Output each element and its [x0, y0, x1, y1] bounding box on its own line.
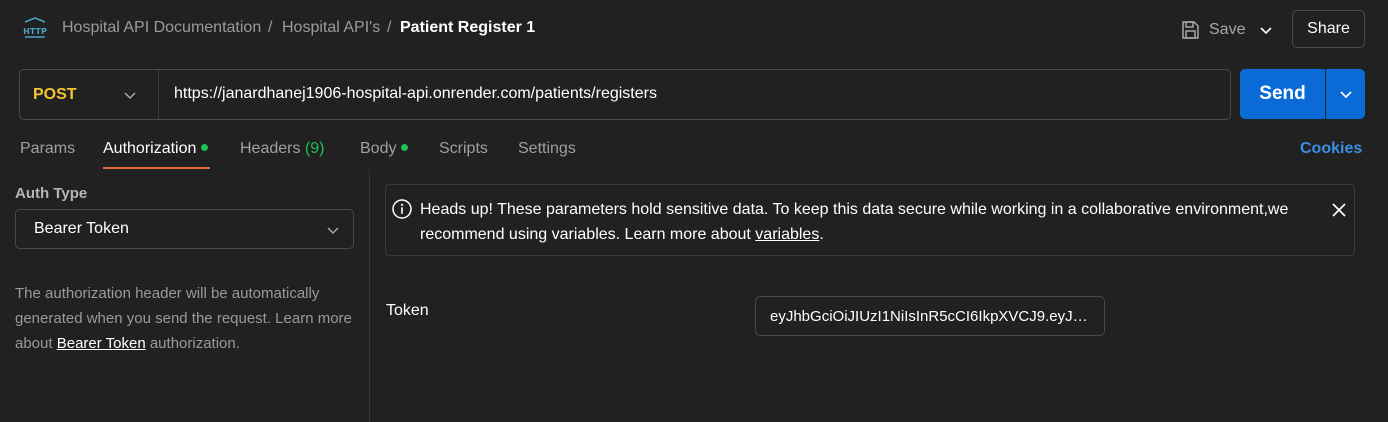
- active-indicator-dot: [401, 144, 409, 152]
- close-icon[interactable]: [1330, 201, 1348, 219]
- save-label: Save: [1209, 21, 1246, 38]
- save-button[interactable]: Save: [1172, 14, 1252, 46]
- save-icon: [1182, 21, 1199, 39]
- active-indicator-dot: [201, 144, 209, 152]
- headers-count: (9): [304, 140, 325, 157]
- tab-params[interactable]: Params: [20, 140, 75, 158]
- notice-text: Heads up! These parameters hold sensitiv…: [420, 197, 1320, 247]
- token-input[interactable]: eyJhbGciOiJIUzI1NiIsInR5cCI6IkpXVCJ9.eyJ…: [755, 296, 1105, 336]
- url-bar: POST https://janardhanej1906-hospital-ap…: [19, 69, 1231, 120]
- request-title[interactable]: Patient Register 1: [400, 19, 535, 37]
- svg-text:HTTP: HTTP: [23, 27, 47, 36]
- chevron-down-icon: [1339, 91, 1352, 99]
- cookies-link[interactable]: Cookies: [1300, 140, 1362, 158]
- chevron-down-icon: [124, 92, 136, 100]
- chevron-down-icon: [1260, 27, 1272, 35]
- breadcrumb-collection[interactable]: Hospital API Documentation: [62, 19, 261, 37]
- info-icon: [392, 199, 412, 219]
- breadcrumb-separator: /: [387, 19, 392, 36]
- breadcrumb-folder[interactable]: Hospital API's: [282, 19, 380, 37]
- tab-settings[interactable]: Settings: [518, 140, 576, 158]
- tab-authorization[interactable]: Authorization: [103, 140, 209, 158]
- tab-headers[interactable]: Headers (9): [240, 140, 325, 158]
- auth-type-value: Bearer Token: [34, 220, 129, 237]
- request-header: HTTP Hospital API Documentation / Hospit…: [0, 0, 1388, 62]
- token-value: eyJhbGciOiJIUzI1NiIsInR5cCI6IkpXVCJ9.eyJ…: [770, 307, 1090, 325]
- tab-authorization-label: Authorization: [103, 140, 197, 157]
- share-button[interactable]: Share: [1292, 10, 1365, 48]
- sensitive-data-notice: Heads up! These parameters hold sensitiv…: [385, 184, 1355, 256]
- save-options-button[interactable]: [1252, 14, 1280, 46]
- breadcrumb-separator: /: [268, 19, 273, 36]
- method-select[interactable]: POST: [20, 70, 159, 119]
- token-label: Token: [386, 302, 429, 319]
- tab-body-label: Body: [360, 140, 397, 157]
- tab-headers-label: Headers: [240, 140, 301, 157]
- pane-divider[interactable]: [369, 170, 370, 422]
- variables-link[interactable]: variables: [755, 226, 819, 243]
- bearer-token-link[interactable]: Bearer Token: [57, 335, 146, 352]
- notice-text-part: Heads up! These parameters hold sensitiv…: [420, 201, 1289, 243]
- url-input[interactable]: https://janardhanej1906-hospital-api.onr…: [174, 85, 657, 103]
- auth-help-text: The authorization header will be automat…: [15, 281, 355, 356]
- chevron-down-icon: [327, 227, 339, 235]
- tab-scripts[interactable]: Scripts: [439, 140, 488, 158]
- send-options-button[interactable]: [1326, 69, 1365, 119]
- auth-type-label: Auth Type: [15, 185, 88, 202]
- http-icon: HTTP: [23, 17, 47, 38]
- auth-help-text-part: authorization.: [145, 335, 240, 352]
- notice-text-part: .: [819, 226, 824, 243]
- send-button[interactable]: Send: [1240, 69, 1325, 119]
- tab-body[interactable]: Body: [360, 140, 409, 158]
- method-label: POST: [33, 85, 77, 103]
- active-tab-underline: [103, 167, 210, 169]
- auth-type-select[interactable]: Bearer Token: [15, 209, 354, 249]
